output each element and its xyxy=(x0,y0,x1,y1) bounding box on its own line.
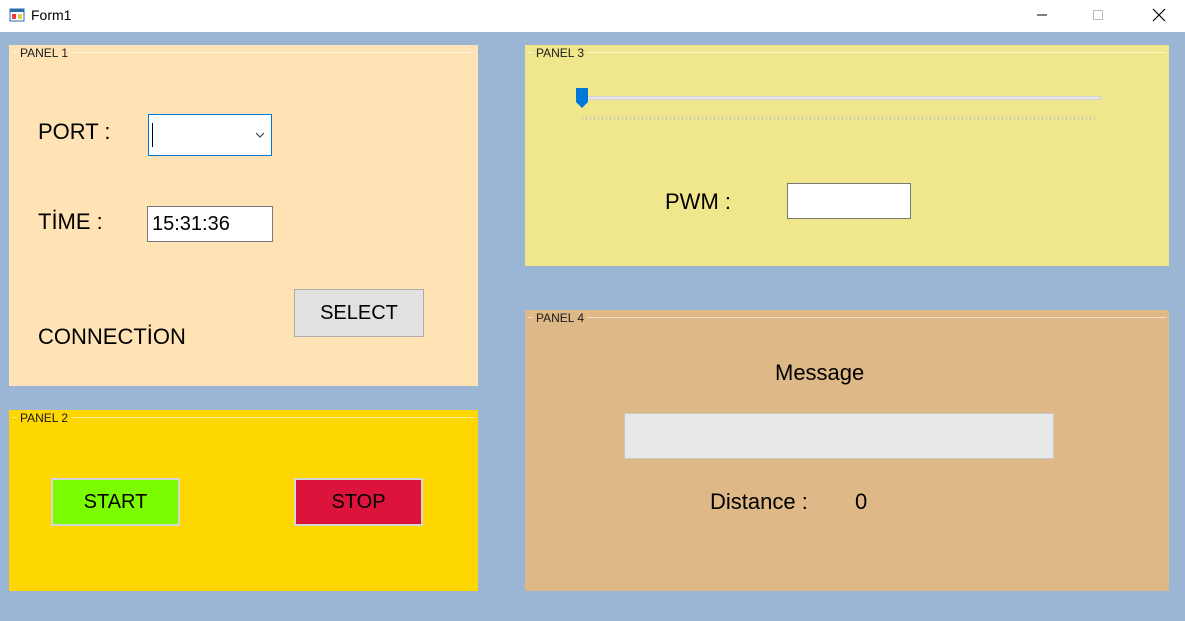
port-label: PORT : xyxy=(38,119,111,144)
port-combobox[interactable] xyxy=(148,114,272,156)
time-textbox[interactable]: 15:31:36 xyxy=(147,206,273,242)
close-button[interactable] xyxy=(1136,0,1182,30)
stop-button-label: STOP xyxy=(331,490,386,513)
panel-4-caption: PANEL 4 xyxy=(533,311,588,325)
message-label: Message xyxy=(775,360,865,385)
pwm-textbox[interactable] xyxy=(787,183,911,219)
app-icon xyxy=(9,8,25,22)
panel-3-border xyxy=(528,52,1166,53)
pwm-trackbar[interactable] xyxy=(575,87,1105,127)
title-bar: Form1 xyxy=(0,0,1185,32)
distance-label: Distance : xyxy=(710,489,808,514)
start-button-label: START xyxy=(83,490,148,513)
stop-button[interactable]: STOP xyxy=(294,478,423,526)
time-label: TİME : xyxy=(38,209,103,234)
select-button[interactable]: SELECT xyxy=(294,289,424,337)
panel-2-caption: PANEL 2 xyxy=(17,411,72,425)
panel-1-caption: PANEL 1 xyxy=(17,46,72,60)
connection-label: CONNECTİON xyxy=(38,324,186,349)
distance-value: 0 xyxy=(855,489,868,514)
pwm-label: PWM : xyxy=(665,189,731,214)
trackbar-ticks xyxy=(582,116,1098,120)
panel-1-border xyxy=(12,52,475,53)
time-value: 15:31:36 xyxy=(152,212,230,235)
minimize-button[interactable] xyxy=(1019,0,1065,30)
port-combobox-caret xyxy=(152,123,153,147)
minimize-icon xyxy=(1037,14,1047,16)
chevron-down-icon xyxy=(255,132,265,138)
close-icon xyxy=(1152,8,1166,22)
trackbar-channel xyxy=(579,96,1101,100)
panel-4: PANEL 4 Message Distance : 0 xyxy=(525,310,1169,591)
panel-2-border xyxy=(12,417,475,418)
start-button[interactable]: START xyxy=(51,478,180,526)
panel-4-border xyxy=(528,317,1166,318)
select-button-label: SELECT xyxy=(320,301,398,324)
panel-1: PANEL 1 PORT : TİME : 15:31:36 CONNECTİO… xyxy=(9,45,478,386)
panel-3: PANEL 3 PWM : xyxy=(525,45,1169,266)
trackbar-thumb[interactable] xyxy=(575,87,589,109)
maximize-button[interactable] xyxy=(1075,0,1121,30)
panel-2: PANEL 2 START STOP xyxy=(9,410,478,591)
maximize-icon xyxy=(1093,10,1103,20)
panel-3-caption: PANEL 3 xyxy=(533,46,588,60)
message-field xyxy=(624,413,1054,459)
form-client-area: PANEL 1 PORT : TİME : 15:31:36 CONNECTİO… xyxy=(0,32,1185,621)
window-title: Form1 xyxy=(31,7,72,23)
